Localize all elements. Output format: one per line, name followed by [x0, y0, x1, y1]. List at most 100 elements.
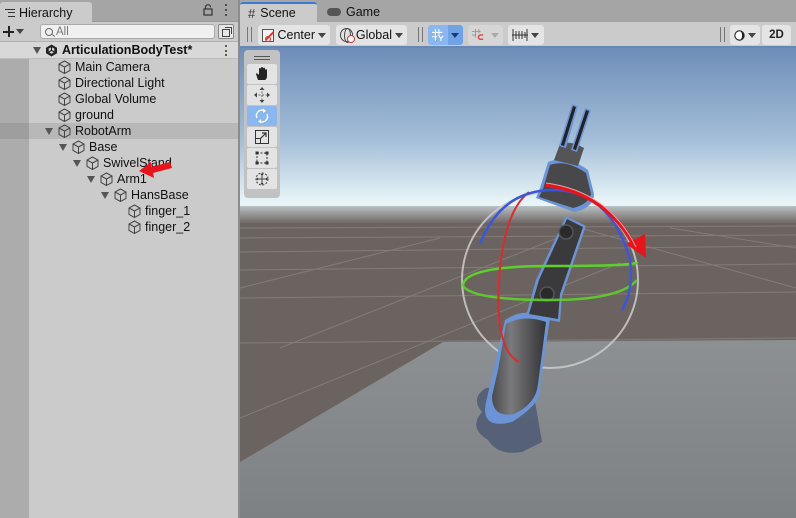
- dropdown-caret-icon: [748, 32, 756, 38]
- sky: [240, 48, 796, 218]
- scene-panel: # Scene Game Center Global 2D: [240, 0, 796, 518]
- tab-scene[interactable]: # Scene: [240, 2, 317, 22]
- pivot-center-icon: [262, 28, 275, 42]
- tab-hierarchy[interactable]: Hierarchy: [0, 2, 92, 23]
- grid-snapping-dropdown[interactable]: [448, 25, 463, 45]
- gamepad-icon: [327, 8, 341, 16]
- move-arrows-icon: [254, 87, 270, 103]
- rotate-icon: [255, 108, 269, 124]
- gameobject-cube-icon: [100, 172, 113, 186]
- hierarchy-item-label: Base: [89, 140, 118, 154]
- hierarchy-item-robotarm[interactable]: RobotArm: [0, 123, 238, 139]
- tool-palette: [244, 50, 280, 198]
- hierarchy-item-global-volume[interactable]: Global Volume: [0, 91, 238, 107]
- expand-arrow-icon[interactable]: [87, 176, 95, 183]
- scene-name: ArticulationBodyTest*: [62, 43, 193, 57]
- rect-icon: [255, 151, 269, 165]
- tab-hierarchy-label: Hierarchy: [19, 5, 73, 20]
- plus-icon: [3, 26, 14, 37]
- draw-mode-dropdown[interactable]: [730, 25, 760, 45]
- scene-menu-icon[interactable]: [224, 45, 228, 56]
- grid-snap-icon: [432, 29, 444, 41]
- hierarchy-tree: ArticulationBodyTest* Main Camera Directi…: [0, 42, 238, 518]
- tool-palette-handle[interactable]: [247, 53, 277, 63]
- hierarchy-item-swivelstand[interactable]: SwivelStand: [0, 155, 238, 171]
- dropdown-caret-icon: [451, 32, 459, 38]
- rect-tool-button[interactable]: [247, 148, 277, 168]
- unity-scene-icon: [46, 44, 57, 57]
- scene-viewport[interactable]: [240, 48, 796, 518]
- pivot-rotation-dropdown[interactable]: Global: [336, 25, 407, 45]
- hierarchy-item-main-camera[interactable]: Main Camera: [0, 59, 238, 75]
- toolbar-grip[interactable]: [247, 27, 252, 42]
- hierarchy-item-base[interactable]: Base: [0, 139, 238, 155]
- search-value: All: [56, 25, 69, 38]
- hierarchy-item-finger-1[interactable]: finger_1: [0, 203, 238, 219]
- tab-game-label: Game: [346, 5, 381, 19]
- hierarchy-item-finger-2[interactable]: finger_2: [0, 219, 238, 235]
- scene-render: [240, 48, 796, 518]
- tab-scene-label: Scene: [260, 6, 296, 20]
- hierarchy-item-directional-light[interactable]: Directional Light: [0, 75, 238, 91]
- increment-snap-toggle[interactable]: [468, 25, 488, 45]
- scene-tab-bar: # Scene Game: [240, 0, 796, 22]
- ruler-dropdown[interactable]: [508, 25, 544, 45]
- hierarchy-item-label: Global Volume: [75, 92, 157, 106]
- increment-snap-dropdown[interactable]: [488, 25, 503, 45]
- expand-arrow-icon[interactable]: [45, 128, 53, 135]
- gameobject-cube-icon: [128, 220, 141, 234]
- rotate-tool-button[interactable]: [247, 106, 277, 126]
- create-button[interactable]: [3, 23, 29, 40]
- dropdown-caret-icon: [318, 32, 326, 38]
- view-tool-button[interactable]: [247, 64, 277, 84]
- hierarchy-toolbar: All: [0, 22, 238, 42]
- dropdown-caret-icon: [16, 29, 24, 34]
- pivot-rotation-label: Global: [355, 28, 392, 42]
- tab-game[interactable]: Game: [319, 2, 389, 22]
- hierarchy-item-arm1[interactable]: Arm1: [0, 171, 238, 187]
- annotation-arrow-icon: [139, 162, 172, 178]
- hash-icon: #: [248, 5, 256, 21]
- shading-sphere-icon: [734, 29, 745, 41]
- move-tool-button[interactable]: [247, 85, 277, 105]
- hierarchy-item-label: finger_2: [145, 220, 191, 234]
- hierarchy-item-label: finger_1: [145, 204, 191, 218]
- hierarchy-list-icon: [5, 8, 15, 18]
- expand-arrow-icon[interactable]: [33, 47, 41, 54]
- gameobject-cube-icon: [114, 188, 127, 202]
- hierarchy-item-label: ground: [75, 108, 114, 122]
- selection-gutter: [0, 123, 29, 139]
- scale-tool-button[interactable]: [247, 127, 277, 147]
- expand-arrow-icon[interactable]: [73, 160, 81, 167]
- expand-arrow-icon[interactable]: [101, 192, 109, 199]
- hierarchy-item-ground[interactable]: ground: [0, 107, 238, 123]
- grid-snapping-toggle[interactable]: [428, 25, 448, 45]
- hierarchy-search-input[interactable]: All: [40, 24, 215, 39]
- hierarchy-item-hansbase[interactable]: HansBase: [0, 187, 238, 203]
- 2d-mode-toggle[interactable]: 2D: [762, 25, 791, 45]
- gameobject-cube-icon: [86, 156, 99, 170]
- scale-icon: [255, 130, 269, 144]
- gameobject-cube-icon: [58, 92, 71, 106]
- hierarchy-tab-bar: Hierarchy: [0, 0, 238, 23]
- gameobject-cube-icon: [58, 108, 71, 122]
- hierarchy-panel: Hierarchy All ArticulationBodyTest* Main…: [0, 0, 238, 518]
- hand-icon: [256, 67, 267, 80]
- scene-search-button[interactable]: [218, 24, 234, 39]
- globe-icon: [340, 28, 355, 43]
- dropdown-caret-icon: [491, 32, 499, 38]
- toolbar-grip[interactable]: [720, 27, 725, 42]
- gameobject-cube-icon: [58, 124, 71, 138]
- panel-menu-icon[interactable]: [224, 4, 228, 16]
- pivot-mode-dropdown[interactable]: Center: [258, 25, 330, 45]
- search-icon: [45, 27, 53, 36]
- transform-icon: [255, 172, 269, 186]
- scene-header-row[interactable]: ArticulationBodyTest*: [0, 42, 238, 59]
- lock-icon[interactable]: [203, 4, 213, 16]
- transform-tool-button[interactable]: [247, 169, 277, 189]
- ruler-icon: [512, 29, 528, 41]
- expand-arrow-icon[interactable]: [59, 144, 67, 151]
- unity-editor: Hierarchy All ArticulationBodyTest* Main…: [0, 0, 796, 518]
- scene-toolbar: Center Global 2D: [240, 22, 796, 48]
- toolbar-grip[interactable]: [418, 27, 423, 42]
